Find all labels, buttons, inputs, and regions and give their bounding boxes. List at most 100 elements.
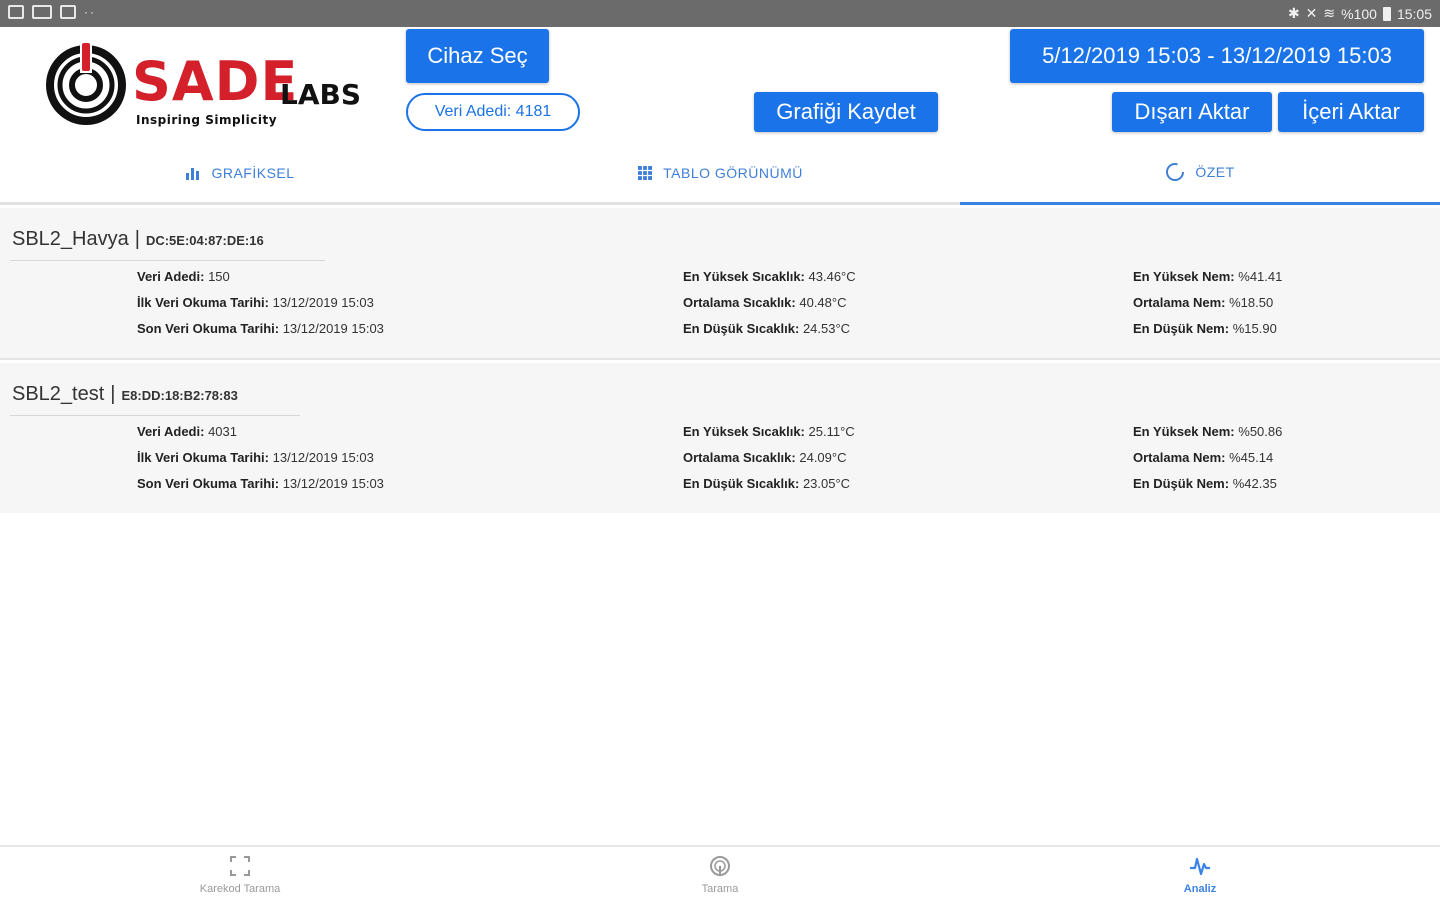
stat-row: En Yüksek Sıcaklık: 25.11°C xyxy=(683,419,855,445)
stat-value: 150 xyxy=(208,269,230,284)
stat-row: Veri Adedi: 150 xyxy=(137,264,384,290)
temperature-column: En Yüksek Sıcaklık: 25.11°C Ortalama Sıc… xyxy=(683,419,855,497)
clock: 15:05 xyxy=(1396,5,1432,22)
data-info-column: Veri Adedi: 150 İlk Veri Okuma Tarihi: 1… xyxy=(137,264,384,342)
battery-percent: %100 xyxy=(1341,5,1377,22)
stat-row: Ortalama Nem: %18.50 xyxy=(1133,290,1282,316)
export-button[interactable]: Dışarı Aktar xyxy=(1112,92,1272,132)
stat-value: 13/12/2019 15:03 xyxy=(282,321,384,336)
stat-row: En Yüksek Nem: %41.41 xyxy=(1133,264,1282,290)
stat-label: En Yüksek Nem: xyxy=(1133,269,1235,284)
device-select-button[interactable]: Cihaz Seç xyxy=(406,29,549,83)
battery-icon xyxy=(1382,6,1391,21)
stat-label: En Düşük Sıcaklık: xyxy=(683,476,800,491)
stat-value: 24.53°C xyxy=(802,321,851,336)
humidity-column: En Yüksek Nem: %50.86 Ortalama Nem: %45.… xyxy=(1133,419,1282,497)
title-divider xyxy=(10,260,325,261)
stat-label: En Düşük Nem: xyxy=(1133,321,1230,336)
stat-label: İlk Veri Okuma Tarihi: xyxy=(137,450,269,465)
stat-value: 43.46°C xyxy=(808,269,856,284)
stat-value: %18.50 xyxy=(1229,295,1274,310)
stat-label: Ortalama Sıcaklık: xyxy=(683,295,796,310)
nav-item-qr-scan[interactable]: Karekod Tarama xyxy=(0,847,480,900)
bluetooth-icon: ✱ xyxy=(1287,5,1300,21)
status-bar-left: ·· xyxy=(8,5,96,19)
power-icon xyxy=(46,43,126,125)
nav-label: Analiz xyxy=(1183,882,1217,895)
stat-label: En Yüksek Sıcaklık: xyxy=(683,424,805,439)
brand-logo: SADE LABS Inspiring Simplicity xyxy=(44,41,361,127)
nav-item-scan[interactable]: Tarama xyxy=(480,847,960,900)
stat-label: Ortalama Nem: xyxy=(1133,450,1226,465)
circle-icon xyxy=(1166,162,1185,181)
import-button[interactable]: İçeri Aktar xyxy=(1278,92,1424,132)
temperature-column: En Yüksek Sıcaklık: 43.46°C Ortalama Sıc… xyxy=(683,264,856,342)
stat-value: 25.11°C xyxy=(808,424,855,439)
brand-tagline: Inspiring Simplicity xyxy=(136,113,278,127)
stat-row: En Düşük Nem: %42.35 xyxy=(1133,471,1282,497)
device-mac: DC:5E:04:87:DE:16 xyxy=(145,233,264,248)
stat-row: İlk Veri Okuma Tarihi: 13/12/2019 15:03 xyxy=(137,445,384,471)
status-bar: ·· ✱ ✕ ≋ %100 15:05 xyxy=(0,0,1440,27)
stat-label: En Yüksek Sıcaklık: xyxy=(683,269,805,284)
stat-label: En Düşük Sıcaklık: xyxy=(683,321,800,336)
stat-value: 24.09°C xyxy=(799,450,847,465)
tab-label: TABLO GÖRÜNÜMÜ xyxy=(663,165,803,181)
title-separator: | xyxy=(110,383,116,405)
stat-row: Ortalama Nem: %45.14 xyxy=(1133,445,1282,471)
date-range-button[interactable]: 5/12/2019 15:03 - 13/12/2019 15:03 xyxy=(1010,29,1424,83)
stat-row: En Yüksek Sıcaklık: 43.46°C xyxy=(683,264,856,290)
save-chart-button[interactable]: Grafiği Kaydet xyxy=(754,92,938,132)
stat-value: %41.41 xyxy=(1238,269,1283,284)
stat-label: Son Veri Okuma Tarihi: xyxy=(137,476,280,491)
stat-label: Veri Adedi: xyxy=(137,269,205,284)
wifi-icon: ≋ xyxy=(1323,5,1336,21)
bar-chart-icon xyxy=(186,168,200,180)
mute-icon: ✕ xyxy=(1305,5,1318,21)
stat-value: %42.35 xyxy=(1232,476,1277,491)
device-title: SBL2_test | E8:DD:18:B2:78:83 xyxy=(12,383,238,406)
device-summary-card[interactable]: SBL2_test | E8:DD:18:B2:78:83 Veri Adedi… xyxy=(0,363,1440,513)
nav-item-analysis[interactable]: Analiz xyxy=(960,847,1440,900)
device-summary-card[interactable]: SBL2_Havya | DC:5E:04:87:DE:16 Veri Aded… xyxy=(0,208,1440,360)
stat-value: 40.48°C xyxy=(799,295,847,310)
stat-row: Ortalama Sıcaklık: 40.48°C xyxy=(683,290,856,316)
stat-row: İlk Veri Okuma Tarihi: 13/12/2019 15:03 xyxy=(137,290,384,316)
tab-table-view[interactable]: TABLO GÖRÜNÜMÜ xyxy=(480,141,960,205)
stat-label: En Yüksek Nem: xyxy=(1133,424,1235,439)
stat-row: En Düşük Sıcaklık: 23.05°C xyxy=(683,471,855,497)
device-mac: E8:DD:18:B2:78:83 xyxy=(121,388,238,403)
tab-summary[interactable]: ÖZET xyxy=(960,141,1440,205)
stat-row: En Düşük Sıcaklık: 24.53°C xyxy=(683,316,856,342)
data-info-column: Veri Adedi: 4031 İlk Veri Okuma Tarihi: … xyxy=(137,419,384,497)
app-header: SADE LABS Inspiring Simplicity Cihaz Seç… xyxy=(0,27,1440,141)
tab-graphical[interactable]: GRAFİKSEL xyxy=(0,141,480,205)
data-count-badge: Veri Adedi: 4181 xyxy=(406,93,580,131)
title-separator: | xyxy=(134,228,140,250)
bottom-navigation: Karekod Tarama Tarama Analiz xyxy=(0,845,1440,900)
stat-row: En Düşük Nem: %15.90 xyxy=(1133,316,1282,342)
stat-label: Veri Adedi: xyxy=(137,424,205,439)
stat-row: Veri Adedi: 4031 xyxy=(137,419,384,445)
summary-content: SBL2_Havya | DC:5E:04:87:DE:16 Veri Aded… xyxy=(0,205,1440,845)
stat-label: İlk Veri Okuma Tarihi: xyxy=(137,295,269,310)
stat-value: %15.90 xyxy=(1232,321,1277,336)
stat-label: Ortalama Sıcaklık: xyxy=(683,450,796,465)
note-icon xyxy=(60,5,76,19)
stat-label: En Düşük Nem: xyxy=(1133,476,1230,491)
tab-label: GRAFİKSEL xyxy=(211,165,295,181)
app-icon xyxy=(32,5,52,19)
humidity-column: En Yüksek Nem: %41.41 Ortalama Nem: %18.… xyxy=(1133,264,1282,342)
stat-value: %45.14 xyxy=(1229,450,1274,465)
stat-value: 13/12/2019 15:03 xyxy=(272,295,374,310)
tab-label: ÖZET xyxy=(1195,163,1235,180)
app-root: ·· ✱ ✕ ≋ %100 15:05 SADE LABS Inspiring … xyxy=(0,0,1440,900)
pulse-icon xyxy=(1190,857,1210,875)
stat-label: Son Veri Okuma Tarihi: xyxy=(137,321,280,336)
brand-name: SADE xyxy=(132,50,299,113)
stat-row: Ortalama Sıcaklık: 24.09°C xyxy=(683,445,855,471)
view-tabs: GRAFİKSEL TABLO GÖRÜNÜMÜ ÖZET xyxy=(0,141,1440,205)
stat-row: Son Veri Okuma Tarihi: 13/12/2019 15:03 xyxy=(137,471,384,497)
stat-value: 23.05°C xyxy=(802,476,851,491)
nav-label: Karekod Tarama xyxy=(199,882,281,895)
